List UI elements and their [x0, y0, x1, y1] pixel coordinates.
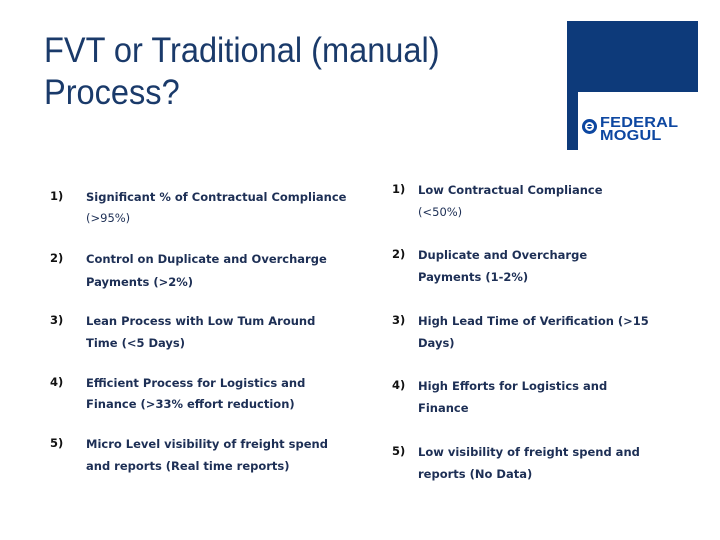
- logo-wordmark: FEDERAL MOGUL: [600, 116, 678, 144]
- item-number: 1): [392, 182, 406, 196]
- item-number: 2): [392, 247, 406, 261]
- item-line2: Payments (>2%): [86, 275, 194, 289]
- item-line2: reports (No Data): [418, 467, 533, 481]
- logo-strip: [567, 92, 578, 150]
- item-line1: Lean Process with Low Tum Around: [86, 314, 316, 328]
- item-number: 3): [392, 313, 406, 327]
- slide-title-line1: FVT or Traditional (manual): [44, 31, 440, 70]
- slide-title: FVT or Traditional (manual) Process?: [44, 30, 509, 114]
- item-line2: Payments (1-2%): [418, 270, 529, 284]
- item-number: 5): [50, 436, 64, 450]
- item-line2: Finance: [418, 401, 469, 415]
- logo-wordmark-line2: MOGUL: [600, 128, 662, 144]
- item-line2: (<50%): [418, 205, 463, 219]
- item-number: 4): [392, 378, 406, 392]
- item-number: 4): [50, 375, 64, 389]
- item-line2: Time (<5 Days): [86, 336, 186, 350]
- item-number: 5): [392, 444, 406, 458]
- item-line1: Significant % of Contractual Compliance: [86, 190, 347, 204]
- item-line1: Control on Duplicate and Overcharge: [86, 252, 327, 266]
- item-line1: High Lead Time of Verification (>15: [418, 314, 649, 328]
- item-number: 2): [50, 251, 64, 265]
- item-line2: and reports (Real time reports): [86, 459, 290, 473]
- item-line1: Low visibility of freight spend and: [418, 445, 640, 459]
- slide-title-line2: Process?: [44, 73, 180, 112]
- item-line1: Duplicate and Overcharge: [418, 248, 588, 262]
- item-line1: Efficient Process for Logistics and: [86, 376, 306, 390]
- item-line1: Micro Level visibility of freight spend: [86, 437, 328, 451]
- item-line1: Low Contractual Compliance: [418, 183, 603, 197]
- logo-emblem-icon: [582, 119, 597, 134]
- item-line2: Finance (>33% effort reduction): [86, 397, 295, 411]
- item-line2: Days): [418, 336, 455, 350]
- logo-block: [567, 21, 698, 92]
- item-line2: (>95%): [86, 211, 131, 225]
- item-number: 3): [50, 313, 64, 327]
- item-line1: High Efforts for Logistics and: [418, 379, 608, 393]
- item-number: 1): [50, 189, 64, 203]
